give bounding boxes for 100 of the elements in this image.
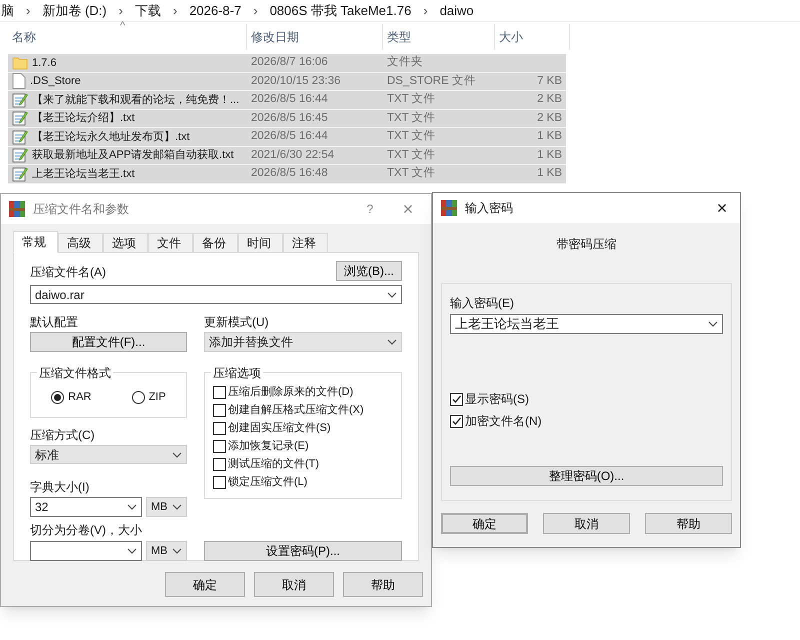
archive-name-field[interactable]: daiwo.rar	[30, 285, 402, 304]
file-size: 1 KB	[537, 129, 562, 144]
checkbox-label: 显示密码(S)	[465, 391, 529, 408]
checkbox-label: 创建固实压缩文件(S)	[228, 420, 331, 436]
checkbox-label: 压缩后删除原来的文件(D)	[228, 384, 354, 400]
radio-label: ZIP	[148, 390, 166, 405]
file-type: TXT 文件	[387, 148, 436, 161]
chevron-down-icon	[387, 292, 397, 298]
unit-dropdown[interactable]: MB	[146, 541, 187, 561]
file-row[interactable]: .DS_Store 2020/10/15 23:36 DS_STORE 文件 7 KB	[8, 72, 566, 91]
checkbox[interactable]	[213, 422, 226, 435]
window-title: 输入密码	[465, 200, 514, 217]
breadcrumb-separator: ›	[26, 2, 30, 20]
chevron-down-icon	[172, 504, 182, 510]
dialog-button[interactable]: 取消	[543, 513, 630, 534]
browse-button[interactable]: 浏览(B)...	[336, 261, 402, 281]
file-row[interactable]: 【来了就能下载和观看的论坛，纯免费！... 2026/8/5 16:44 TXT 文件 2 KB	[8, 91, 566, 110]
breadcrumb-item[interactable]: 2026-8-7	[189, 0, 242, 20]
breadcrumb-item[interactable]: daiwo	[440, 0, 474, 20]
notepad-icon	[12, 92, 28, 108]
checkbox[interactable]	[213, 440, 226, 453]
breadcrumb-separator: ›	[423, 2, 428, 20]
file-name: 上老王论坛当老王.txt	[32, 166, 135, 182]
breadcrumb-separator: ›	[253, 2, 258, 20]
checkbox[interactable]	[213, 458, 226, 471]
column-header[interactable]: 名称	[8, 24, 247, 50]
file-size: 1 KB	[537, 148, 562, 163]
close-button[interactable]: ×	[704, 194, 740, 222]
tab[interactable]: 时间	[238, 233, 283, 253]
checkbox[interactable]	[450, 414, 463, 428]
file-size: 2 KB	[537, 92, 562, 108]
notepad-icon	[12, 110, 28, 126]
update-mode-dropdown[interactable]: 添加并替换文件	[204, 332, 402, 352]
file-row[interactable]: 【老王论坛介绍】.txt 2026/8/5 16:45 TXT 文件 2 KB	[8, 110, 566, 128]
tab[interactable]: 常规	[13, 231, 58, 253]
set-password-button[interactable]: 设置密码(P)...	[204, 541, 402, 561]
help-button[interactable]: ?	[355, 200, 385, 218]
breadcrumb-item[interactable]: 0806S 带我 TakeMe1.76	[270, 0, 412, 20]
breadcrumb-item[interactable]: 新加卷 (D:)	[42, 0, 107, 20]
breadcrumb-item[interactable]: 下载	[134, 0, 161, 20]
field-label: 字典大小(I)	[30, 479, 90, 496]
compression-method-dropdown[interactable]: 标准	[30, 445, 187, 464]
field-label: 输入密码(E)	[450, 295, 515, 312]
close-button[interactable]: ×	[393, 196, 423, 222]
chevron-down-icon	[387, 339, 397, 345]
password-field[interactable]: 上老王论坛当老王	[450, 314, 723, 334]
modified-date: 2026/8/7 16:06	[251, 56, 328, 68]
field-label: 默认配置	[30, 314, 79, 331]
modified-date: 2021/6/30 22:54	[251, 148, 334, 161]
checkbox-label: 创建自解压格式压缩文件(X)	[228, 402, 364, 418]
breadcrumb-separator: ›	[172, 2, 178, 20]
tab[interactable]: 注释	[283, 233, 328, 253]
chevron-down-icon	[172, 452, 182, 458]
modified-date: 2026/8/5 16:48	[251, 167, 328, 180]
dialog-button[interactable]: 帮助	[343, 572, 423, 597]
breadcrumb-item[interactable]: 脑	[1, 0, 14, 20]
file-name: 【来了就能下载和观看的论坛，纯免费！...	[32, 92, 240, 108]
tab[interactable]: 选项	[103, 233, 148, 253]
file-type: TXT 文件	[387, 93, 436, 106]
field-label: 更新模式(U)	[204, 314, 270, 331]
checkbox-label: 加密文件名(N)	[465, 413, 542, 430]
organize-passwords-button[interactable]: 整理密码(O)...	[450, 466, 723, 486]
chevron-down-icon	[708, 321, 718, 327]
dialog-button[interactable]: 帮助	[645, 513, 732, 534]
profiles-button[interactable]: 配置文件(F)...	[30, 332, 187, 352]
checkbox[interactable]	[450, 392, 463, 406]
modified-date: 2020/10/15 23:36	[251, 74, 341, 87]
tab[interactable]: 高级	[58, 233, 103, 253]
file-row[interactable]: 上老王论坛当老王.txt 2026/8/5 16:48 TXT 文件 1 KB	[8, 165, 566, 184]
archive-app-icon	[441, 200, 457, 216]
dialog-button[interactable]: 确定	[165, 572, 245, 597]
file-row[interactable]: 获取最新地址及APP请发邮箱自动获取.txt 2021/6/30 22:54 TXT 文件 1 KB	[8, 146, 566, 165]
column-header[interactable]: 修改日期	[247, 24, 383, 50]
volume-size-field[interactable]	[30, 541, 142, 561]
file-type: TXT 文件	[387, 167, 436, 180]
field-label: 压缩文件名(A)	[30, 264, 106, 281]
dictionary-size-field[interactable]: 32	[30, 497, 142, 517]
field-label: 压缩方式(C)	[30, 427, 96, 444]
radio-button[interactable]	[51, 390, 64, 404]
chevron-down-icon	[127, 504, 137, 510]
column-header[interactable]: 类型	[383, 24, 495, 50]
file-type: 文件夹	[387, 56, 423, 68]
file-row[interactable]: 1.7.6 2026/8/7 16:06 文件夹	[8, 54, 566, 72]
dialog-button[interactable]: 取消	[254, 572, 334, 597]
tab[interactable]: 备份	[193, 233, 238, 253]
notepad-icon	[12, 147, 28, 164]
tab[interactable]: 文件	[148, 233, 193, 253]
archive-app-icon	[9, 201, 25, 217]
checkbox[interactable]	[213, 404, 226, 417]
dialog-button[interactable]: 确定	[441, 513, 528, 534]
radio-button[interactable]	[132, 390, 145, 404]
file-row[interactable]: 【老王论坛永久地址发布页】.txt 2026/8/5 16:44 TXT 文件 1 KB	[8, 128, 566, 146]
checkbox[interactable]	[213, 386, 226, 399]
unit-dropdown[interactable]: MB	[146, 497, 187, 517]
column-header[interactable]: 大小	[495, 24, 570, 50]
file-name: 1.7.6	[32, 56, 56, 70]
file-type: DS_STORE 文件	[387, 74, 476, 87]
radio-label: RAR	[68, 390, 92, 405]
modified-date: 2026/8/5 16:45	[251, 112, 328, 124]
checkbox[interactable]	[213, 476, 226, 489]
